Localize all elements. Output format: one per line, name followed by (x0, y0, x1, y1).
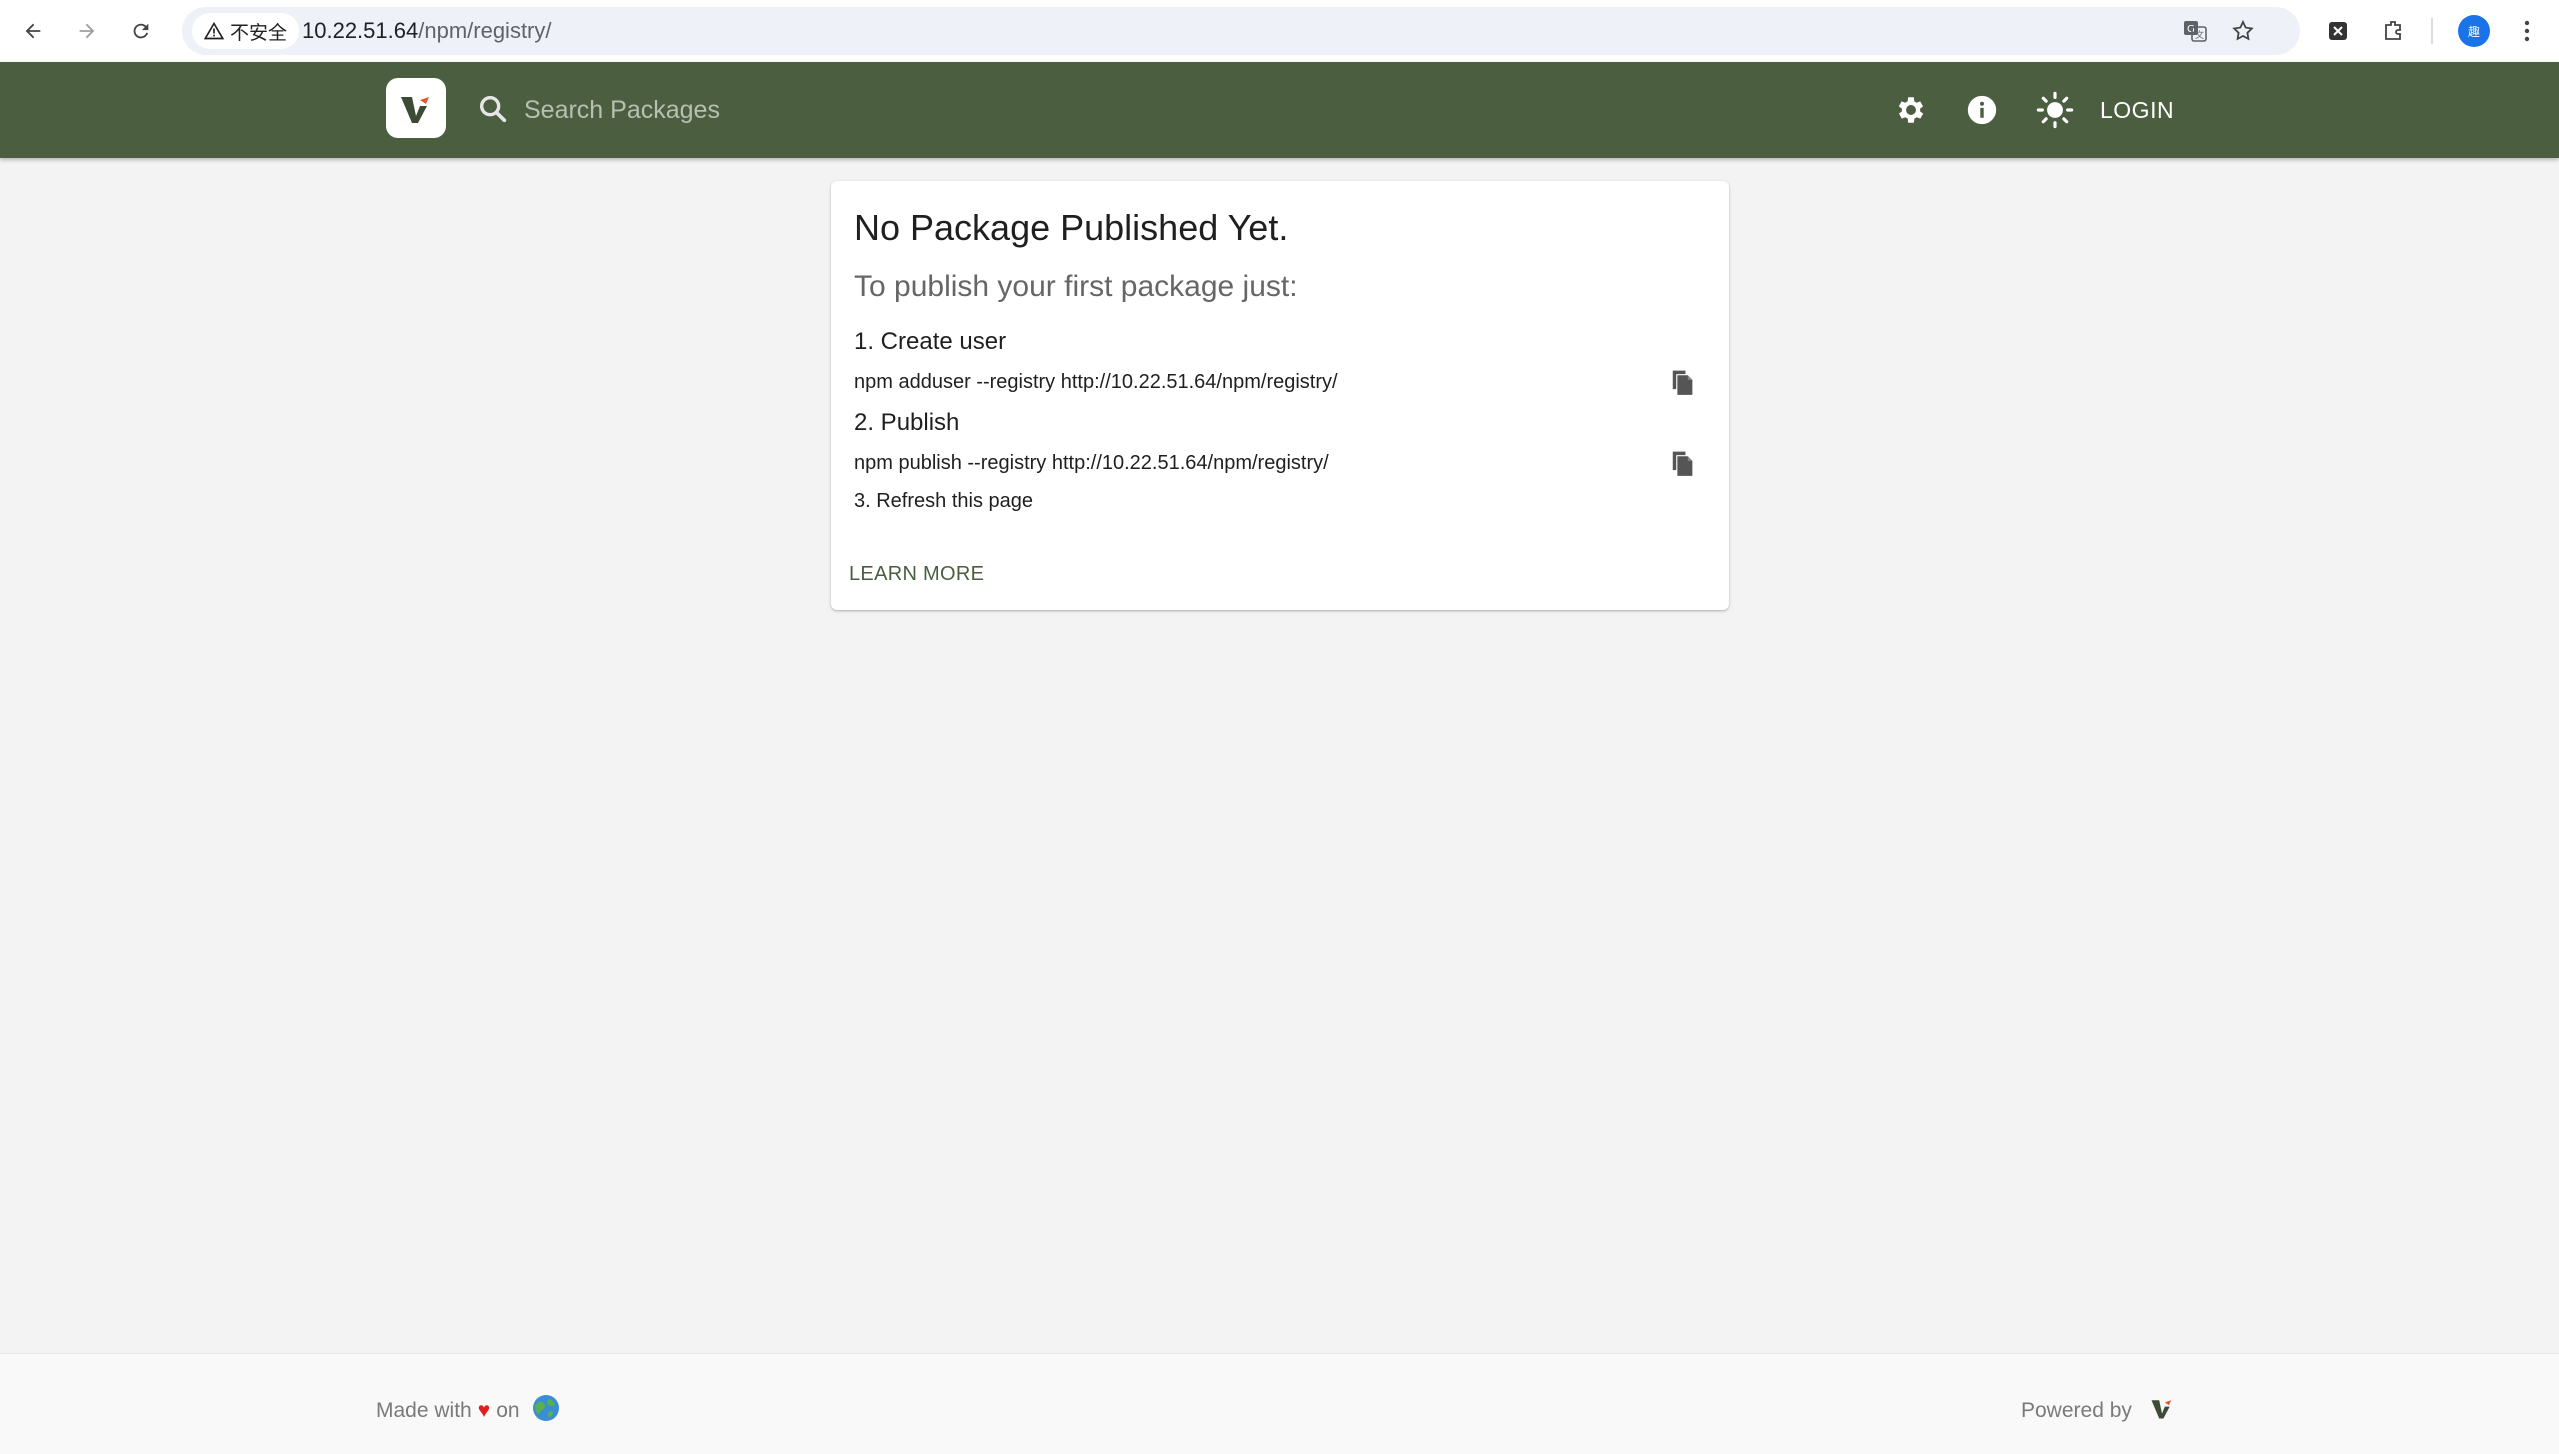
profile-avatar[interactable]: 趣 (2458, 15, 2490, 47)
step-create-user: 1. Create user (854, 328, 1007, 355)
toolbar-divider (2431, 18, 2433, 44)
copy-icon (1672, 370, 1693, 395)
bookmark-button[interactable] (2228, 16, 2258, 46)
security-indicator[interactable]: 不安全 (192, 13, 300, 49)
arrow-left-icon (25, 23, 41, 39)
translate-icon: G文 (2184, 21, 2207, 42)
translate-button[interactable]: G文 (2180, 16, 2210, 46)
url-text[interactable]: 10.22.51.64/npm/registry/ (302, 18, 552, 44)
address-bar[interactable]: 不安全 10.22.51.64/npm/registry/ G文 (182, 7, 2300, 55)
step-publish: 2. Publish (854, 409, 960, 436)
on-label: on (496, 1399, 520, 1422)
theme-toggle-button[interactable] (2035, 90, 2075, 130)
publish-command: npm publish --registry http://10.22.51.6… (854, 452, 1329, 474)
forward-button[interactable] (70, 14, 104, 48)
copy-adduser-button[interactable] (1665, 364, 1699, 398)
svg-text:文: 文 (2195, 29, 2204, 41)
more-vertical-icon (2524, 20, 2530, 42)
step-refresh: 3. Refresh this page (854, 490, 1033, 512)
search-input[interactable] (522, 86, 1126, 134)
extensions-menu-button[interactable] (2377, 14, 2411, 48)
heart-icon: ♥ (477, 1399, 491, 1422)
learn-more-link[interactable]: LEARN MORE (849, 563, 984, 586)
security-label: 不安全 (230, 22, 288, 44)
back-button[interactable] (16, 14, 50, 48)
url-path: /npm/registry/ (418, 18, 552, 43)
logo[interactable] (386, 78, 446, 138)
settings-button[interactable] (1891, 90, 1931, 130)
star-icon (2232, 19, 2254, 41)
browser-menu-button[interactable] (2510, 14, 2544, 48)
powered-by-label: Powered by (2021, 1399, 2132, 1422)
verdaccio-logo-icon[interactable] (2148, 1394, 2176, 1428)
made-with-label: Made with (376, 1399, 472, 1422)
reload-button[interactable] (124, 14, 158, 48)
info-icon (1967, 95, 1997, 125)
reload-icon (133, 23, 149, 39)
copy-publish-button[interactable] (1665, 445, 1699, 479)
login-button[interactable]: LOGIN (2100, 92, 2174, 128)
made-with-text: Made with ♥ on (376, 1394, 560, 1428)
adduser-command: npm adduser --registry http://10.22.51.6… (854, 371, 1338, 393)
globe-icon[interactable] (532, 1394, 560, 1428)
sun-icon (2036, 91, 2074, 129)
extension-x-icon (2329, 22, 2347, 40)
powered-by-text: Powered by (2021, 1394, 2176, 1428)
gear-icon (1898, 97, 1924, 123)
card-title: No Package Published Yet. (854, 207, 1289, 248)
app-header: LOGIN (0, 62, 2559, 158)
card-subtitle: To publish your first package just: (854, 270, 1298, 303)
copy-icon (1672, 451, 1693, 476)
puzzle-icon (2385, 21, 2401, 40)
empty-state-card: No Package Published Yet. To publish you… (831, 181, 1729, 610)
arrow-right-icon (79, 23, 95, 39)
verdaccio-logo-icon (401, 97, 429, 123)
search-icon (476, 92, 510, 126)
extension-button[interactable] (2321, 14, 2355, 48)
info-button[interactable] (1962, 90, 2002, 130)
browser-toolbar: 不安全 10.22.51.64/npm/registry/ G文 趣 (0, 0, 2559, 63)
warning-icon (204, 21, 224, 40)
footer: Made with ♥ on Powered by (0, 1353, 2559, 1454)
svg-text:G: G (2187, 24, 2195, 35)
url-host: 10.22.51.64 (302, 18, 419, 43)
